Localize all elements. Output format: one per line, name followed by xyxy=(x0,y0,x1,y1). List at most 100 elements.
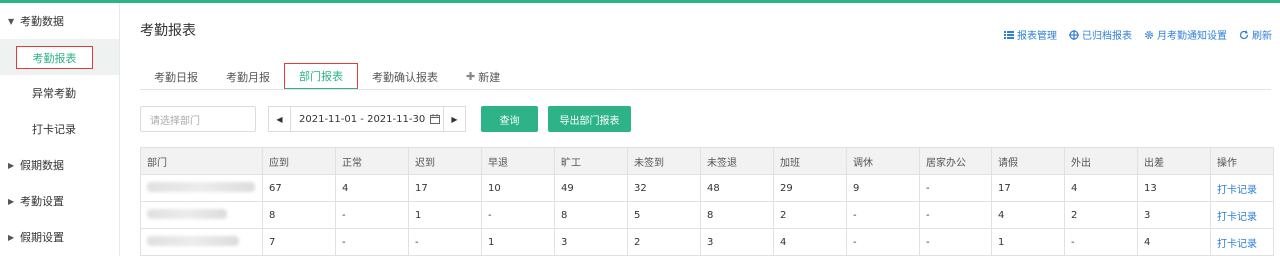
action-label: 月考勤通知设置 xyxy=(1157,31,1227,42)
date-range-picker: ◀ 2021-11-01 - 2021-11-30 ▶ xyxy=(268,106,466,132)
clock-records-link[interactable]: 打卡记录 xyxy=(1210,201,1274,229)
caret-right-icon: ▶ xyxy=(8,196,15,206)
column-header: 迟到 xyxy=(408,147,482,175)
tab-new[interactable]: ✚ 新建 xyxy=(452,63,514,90)
refresh-icon xyxy=(1239,30,1249,39)
column-header: 应到 xyxy=(262,147,336,175)
table-cell: - xyxy=(919,174,992,202)
refresh-link[interactable]: 刷新 xyxy=(1239,27,1272,42)
table-cell: 8 xyxy=(554,201,628,229)
sidebar-group-label: 假期数据 xyxy=(20,159,64,172)
action-label: 报表管理 xyxy=(1017,31,1057,42)
date-range-value: 2021-11-01 - 2021-11-30 xyxy=(299,113,426,125)
sidebar-group-label: 假期设置 xyxy=(20,231,64,244)
table-cell: - xyxy=(1064,228,1138,256)
archive-icon xyxy=(1069,29,1079,40)
clock-records-link[interactable]: 打卡记录 xyxy=(1210,174,1274,202)
table-row: 7- -1 3 2 3 4- -1-4 打卡记录 xyxy=(140,228,1274,256)
column-header: 未签到 xyxy=(627,147,701,175)
plus-icon: ✚ xyxy=(466,70,476,83)
table-cell: 32 xyxy=(627,174,701,202)
department-select[interactable]: 请选择部门 xyxy=(140,106,256,132)
sidebar-item-label: 考勤报表 xyxy=(16,46,93,69)
table-cell: 8 xyxy=(262,201,336,229)
caret-down-icon: ▼ xyxy=(8,16,15,26)
tab-department-report[interactable]: 部门报表 xyxy=(284,63,358,90)
caret-right-icon: ▶ xyxy=(8,232,15,242)
page-title: 考勤报表 xyxy=(140,23,196,39)
action-label: 刷新 xyxy=(1252,31,1272,42)
redacted-department-name xyxy=(147,181,255,192)
table-cell: 10 xyxy=(481,174,555,202)
sidebar-item-attendance-report[interactable]: 考勤报表 xyxy=(0,39,119,75)
table-cell: 49 xyxy=(554,174,628,202)
tab-daily-report[interactable]: 考勤日报 xyxy=(140,63,212,90)
date-range-field[interactable]: 2021-11-01 - 2021-11-30 xyxy=(291,106,443,132)
sidebar-item-clock-records[interactable]: 打卡记录 xyxy=(0,111,119,147)
sidebar-group-attendance-settings[interactable]: ▶ 考勤设置 xyxy=(0,183,119,219)
column-header: 加班 xyxy=(773,147,847,175)
tab-confirmation-report[interactable]: 考勤确认报表 xyxy=(358,63,452,90)
column-header: 出差 xyxy=(1137,147,1211,175)
table-cell: 1 xyxy=(481,228,555,256)
department-cell-redacted xyxy=(140,174,263,202)
table-cell: 3 xyxy=(700,228,774,256)
column-header: 部门 xyxy=(140,147,263,175)
table-cell: - xyxy=(846,201,920,229)
table-cell: 2 xyxy=(627,228,701,256)
sidebar-group-label: 考勤数据 xyxy=(20,15,64,28)
table-cell: 48 xyxy=(700,174,774,202)
list-icon xyxy=(1004,30,1014,39)
sidebar-group-label: 考勤设置 xyxy=(20,195,64,208)
table-cell: 5 xyxy=(627,201,701,229)
column-header: 外出 xyxy=(1064,147,1138,175)
department-cell-redacted xyxy=(140,201,263,229)
table-cell: 67 xyxy=(262,174,336,202)
table-cell: 3 xyxy=(1137,201,1211,229)
sidebar-item-abnormal-attendance[interactable]: 异常考勤 xyxy=(0,75,119,111)
prev-month-button[interactable]: ◀ xyxy=(268,106,291,132)
table-cell: 2 xyxy=(1064,201,1138,229)
table-row: 67 4 17 10 49 32 48 29 9-17 4 13 打卡记录 xyxy=(140,174,1274,202)
sidebar-group-attendance-data[interactable]: ▼ 考勤数据 xyxy=(0,3,119,39)
table-cell: 8 xyxy=(700,201,774,229)
export-department-report-button[interactable]: 导出部门报表 xyxy=(548,106,631,132)
caret-right-icon: ▶ xyxy=(8,160,15,170)
sidebar-group-leave-settings[interactable]: ▶ 假期设置 xyxy=(0,219,119,255)
next-month-button[interactable]: ▶ xyxy=(443,106,466,132)
table-cell: 1 xyxy=(408,201,482,229)
table-cell: 4 xyxy=(1137,228,1211,256)
clock-records-link[interactable]: 打卡记录 xyxy=(1210,228,1274,256)
sidebar: ▼ 考勤数据 考勤报表 异常考勤 打卡记录 ▶ 假期数据 ▶ 考勤设置 ▶ 假期… xyxy=(0,3,120,256)
redacted-department-name xyxy=(147,208,227,219)
department-report-table: 部门 应到 正常 迟到 早退 旷工 未签到 未签退 加班 调休 居家办公 请假 … xyxy=(140,147,1274,256)
table-cell: - xyxy=(335,201,409,229)
sidebar-item-label: 打卡记录 xyxy=(32,123,76,136)
column-header: 旷工 xyxy=(554,147,628,175)
table-cell: 4 xyxy=(335,174,409,202)
table-cell: - xyxy=(408,228,482,256)
table-cell: 4 xyxy=(991,201,1065,229)
query-button[interactable]: 查询 xyxy=(481,106,538,132)
action-label: 已归档报表 xyxy=(1082,31,1132,42)
table-cell: 29 xyxy=(773,174,847,202)
column-header: 调休 xyxy=(846,147,920,175)
column-header: 请假 xyxy=(991,147,1065,175)
gear-icon xyxy=(1144,30,1154,39)
report-management-link[interactable]: 报表管理 xyxy=(1004,27,1057,42)
table-cell: 17 xyxy=(408,174,482,202)
table-cell: 3 xyxy=(554,228,628,256)
table-row: 8-1-8 5 8 2- -4 2 3 打卡记录 xyxy=(140,201,1274,229)
table-cell: 1 xyxy=(991,228,1065,256)
header-actions: 报表管理 已归档报表 月考勤通知设置 刷新 xyxy=(1004,27,1272,42)
tab-monthly-report[interactable]: 考勤月报 xyxy=(212,63,284,90)
report-tabs: 考勤日报 考勤月报 部门报表 考勤确认报表 ✚ 新建 xyxy=(140,63,514,90)
monthly-notice-settings-link[interactable]: 月考勤通知设置 xyxy=(1144,27,1227,42)
archived-reports-link[interactable]: 已归档报表 xyxy=(1069,27,1132,42)
column-header: 操作 xyxy=(1210,147,1274,175)
table-cell: - xyxy=(919,228,992,256)
tab-divider xyxy=(140,89,1271,90)
sidebar-group-leave-data[interactable]: ▶ 假期数据 xyxy=(0,147,119,183)
table-cell: 4 xyxy=(773,228,847,256)
table-cell: - xyxy=(335,228,409,256)
